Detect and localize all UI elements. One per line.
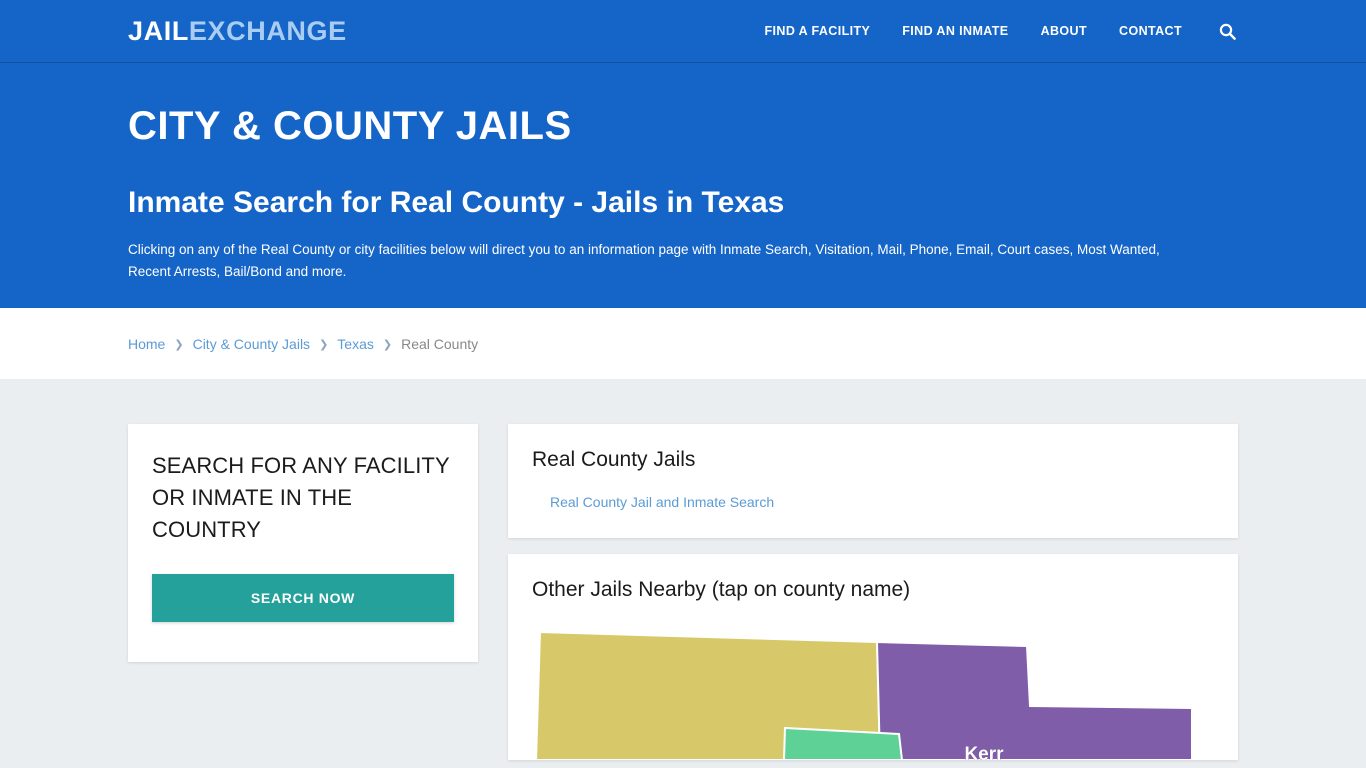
- site-logo[interactable]: JAILEXCHANGE: [128, 15, 347, 46]
- other-jails-nearby-title: Other Jails Nearby (tap on county name): [532, 578, 911, 601]
- right-column: Real County Jails Real County Jail and I…: [508, 424, 1238, 760]
- county-polygon-kerr[interactable]: [875, 640, 1192, 760]
- county-jails-card: Real County Jails Real County Jail and I…: [508, 424, 1238, 538]
- breadcrumb-separator-icon: ❯: [382, 339, 393, 351]
- search-icon[interactable]: [1216, 20, 1238, 42]
- page-title: Inmate Search for Real County - Jails in…: [128, 186, 785, 219]
- search-facility-card: SEARCH FOR ANY FACILITY OR INMATE IN THE…: [128, 424, 478, 662]
- breadcrumb: Home ❯ City & County Jails ❯ Texas ❯ Rea…: [128, 336, 478, 352]
- search-card-title: SEARCH FOR ANY FACILITY OR INMATE IN THE…: [152, 453, 450, 542]
- county-map-svg: Kerr: [534, 630, 1192, 760]
- logo-text-secondary: EXCHANGE: [188, 15, 347, 46]
- county-polygon-green[interactable]: [782, 726, 904, 760]
- breadcrumb-bar: Home ❯ City & County Jails ❯ Texas ❯ Rea…: [0, 308, 1366, 379]
- nav-item-about[interactable]: ABOUT: [1041, 24, 1087, 38]
- main-nav: FIND A FACILITY FIND AN INMATE ABOUT CON…: [765, 20, 1239, 42]
- search-icon-glyph: [1219, 23, 1236, 40]
- breadcrumb-item-current: Real County: [401, 335, 479, 352]
- nav-item-find-an-inmate[interactable]: FIND AN INMATE: [902, 24, 1008, 38]
- county-jails-title: Real County Jails: [532, 448, 696, 471]
- other-jails-nearby-card: Other Jails Nearby (tap on county name) …: [508, 554, 1238, 760]
- nav-item-find-a-facility[interactable]: FIND A FACILITY: [765, 24, 871, 38]
- logo-text-primary: JAIL: [128, 15, 189, 46]
- breadcrumb-separator-icon: ❯: [174, 339, 184, 351]
- top-navigation-bar: JAILEXCHANGE FIND A FACILITY FIND AN INM…: [0, 0, 1366, 63]
- hero-eyebrow: CITY & COUNTY JAILS: [128, 104, 572, 148]
- breadcrumb-item-texas[interactable]: Texas: [337, 336, 374, 352]
- nav-item-contact[interactable]: CONTACT: [1119, 24, 1182, 38]
- main-content: SEARCH FOR ANY FACILITY OR INMATE IN THE…: [0, 379, 1366, 760]
- search-now-button[interactable]: SEARCH NOW: [152, 573, 454, 622]
- breadcrumb-item-home[interactable]: Home: [128, 336, 165, 352]
- county-map[interactable]: Kerr: [532, 630, 1214, 760]
- breadcrumb-item-city-county-jails[interactable]: City & County Jails: [193, 336, 310, 352]
- jail-inmate-search-link[interactable]: Real County Jail and Inmate Search: [550, 494, 774, 510]
- breadcrumb-separator-icon: ❯: [319, 339, 329, 351]
- county-map-label-kerr[interactable]: Kerr: [964, 744, 1004, 760]
- hero-description: Clicking on any of the Real County or ci…: [128, 242, 1160, 279]
- hero-section: CITY & COUNTY JAILS Inmate Search for Re…: [0, 63, 1366, 308]
